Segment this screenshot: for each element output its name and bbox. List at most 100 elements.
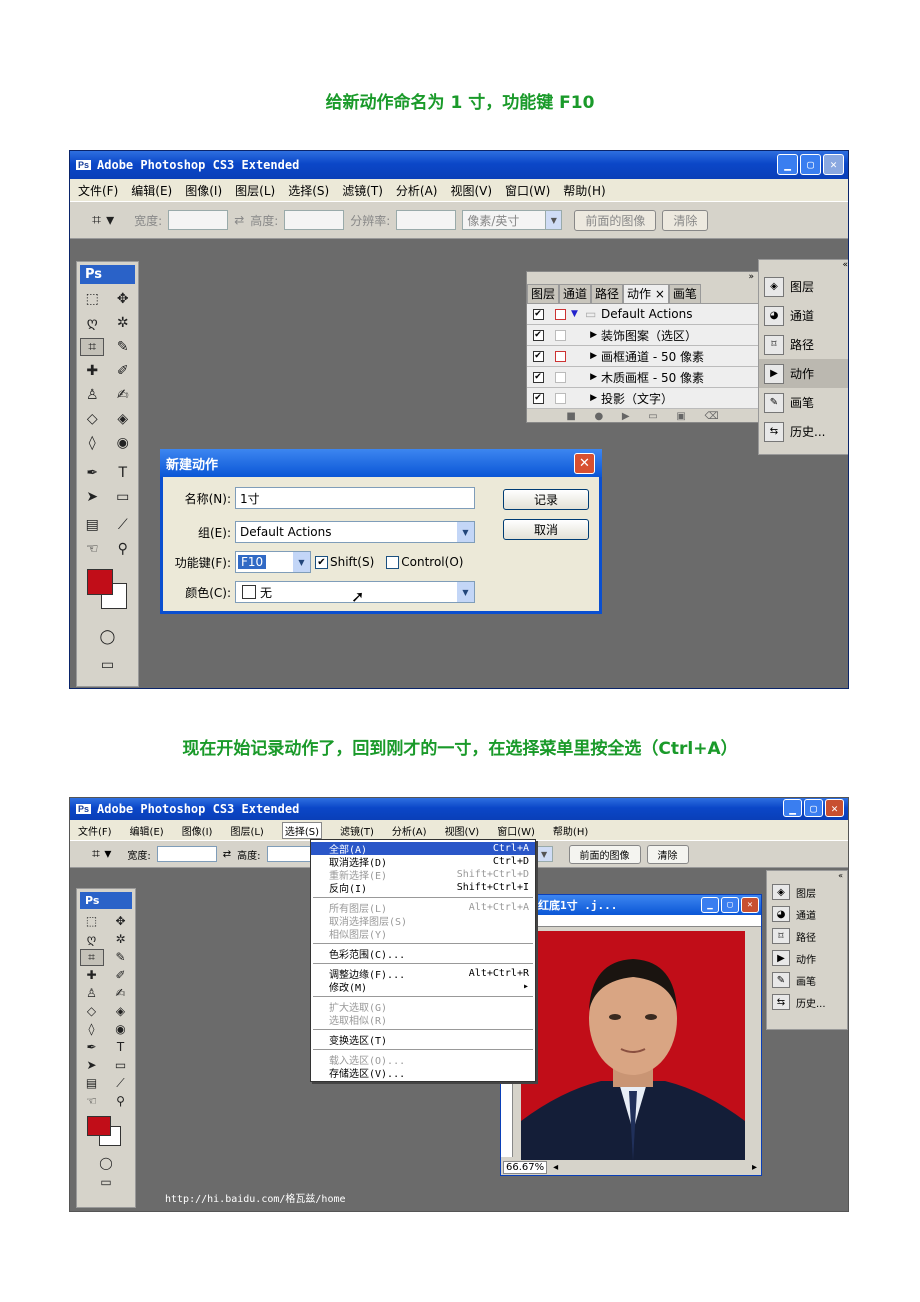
unit-select[interactable]: 像素/英寸 ▼ (462, 210, 563, 230)
scroll-right-icon[interactable]: ▸ (752, 1162, 761, 1173)
dock-layers[interactable]: ◈ 图层 (759, 272, 848, 301)
menu-select[interactable]: 选择(S) (281, 821, 322, 839)
select-menu-item[interactable]: 变换选区(T) (311, 1033, 535, 1047)
action-row[interactable]: ✔ ▶ 装饰图案（选区） (527, 325, 758, 346)
clear-button[interactable]: 清除 (646, 844, 689, 864)
swap-icon[interactable]: ⇄ (223, 849, 231, 860)
hand-icon[interactable]: ☜ (80, 1094, 104, 1108)
brush-icon[interactable]: ✐ (109, 968, 133, 982)
width-field[interactable] (156, 846, 217, 862)
menu-file[interactable]: 文件(F) (78, 823, 112, 838)
crop-tool-icon[interactable]: ⌗ (80, 338, 105, 356)
expand-down-icon[interactable]: ▼ (571, 309, 585, 319)
resolution-field[interactable] (396, 210, 457, 230)
stop-icon[interactable]: ■ (566, 411, 575, 422)
menu-file[interactable]: 文件(F) (78, 182, 118, 199)
history-brush-icon[interactable]: ✍ (111, 387, 135, 403)
dock-layers[interactable]: ◈ 图层 (767, 881, 847, 903)
path-select-icon[interactable]: ➤ (80, 489, 104, 505)
expand-right-icon[interactable]: ▶ (571, 372, 601, 382)
type-icon[interactable]: T (109, 1040, 133, 1054)
menu-edit[interactable]: 编辑(E) (131, 182, 172, 199)
quick-mask-icon[interactable]: ◯ (94, 1156, 118, 1170)
healing-icon[interactable]: ✚ (80, 363, 104, 379)
pen-icon[interactable]: ✒ (80, 465, 104, 481)
select-menu-item[interactable]: 修改(M) ▸ (311, 980, 535, 994)
select-menu-item[interactable]: 存储选区(V)... (311, 1066, 535, 1080)
dock-history[interactable]: ⇆ 历史... (767, 991, 847, 1013)
dodge-icon[interactable]: ◉ (109, 1022, 133, 1036)
crop-icon[interactable]: ⌗ ▾ (92, 846, 111, 862)
dock-paths[interactable]: ⌑ 路径 (759, 330, 848, 359)
fkey-select[interactable]: F10 ▼ (235, 551, 311, 573)
slice-icon[interactable]: ✎ (109, 950, 133, 964)
dock-actions[interactable]: ▶ 动作 (767, 947, 847, 969)
maximize-icon[interactable]: ▢ (804, 799, 823, 817)
trash-icon[interactable]: ⌫ (704, 411, 718, 422)
height-field[interactable] (284, 210, 345, 230)
foreground-color-swatch[interactable] (87, 1116, 111, 1136)
new-set-icon[interactable]: ▭ (648, 411, 657, 422)
new-action-icon[interactable]: ▣ (676, 411, 685, 422)
pen-icon[interactable]: ✒ (80, 1040, 104, 1054)
zoom-level[interactable]: 66.67% (503, 1160, 548, 1174)
blur-icon[interactable]: ◊ (80, 435, 104, 451)
dock-paths[interactable]: ⌑ 路径 (767, 925, 847, 947)
eyedropper-icon[interactable]: ⟋ (109, 1076, 133, 1091)
dock-channels[interactable]: ◕ 通道 (759, 301, 848, 330)
stamp-icon[interactable]: ♙ (80, 986, 104, 1000)
history-brush-icon[interactable]: ✍ (109, 986, 133, 1000)
dock-history[interactable]: ⇆ 历史... (759, 417, 848, 446)
play-icon[interactable]: ▶ (622, 411, 630, 422)
action-row[interactable]: ✔ ▶ 投影（文字） (527, 388, 758, 409)
shape-icon[interactable]: ▭ (109, 1058, 133, 1072)
tab-brushes[interactable]: 画笔 (668, 284, 701, 303)
menu-image[interactable]: 图像(I) (182, 823, 213, 838)
tab-actions[interactable]: 动作 × (623, 284, 669, 303)
close-icon[interactable]: ✕ (741, 897, 759, 913)
quick-mask-icon[interactable]: ◯ (96, 629, 120, 645)
menu-analysis[interactable]: 分析(A) (392, 823, 427, 838)
action-set-row[interactable]: ✔ ▼ ▭ Default Actions (527, 304, 758, 325)
menu-window[interactable]: 窗口(W) (505, 182, 550, 199)
record-button[interactable]: 记录 (503, 489, 589, 510)
dock-brushes[interactable]: ✎ 画笔 (759, 388, 848, 417)
crop-tool-icon[interactable]: ⌗ (79, 948, 104, 966)
magic-wand-icon[interactable]: ✲ (109, 932, 133, 946)
dialog-toggle-icon[interactable] (554, 308, 566, 320)
close-icon[interactable]: ✕ (825, 799, 844, 817)
dialog-toggle-icon[interactable] (554, 329, 566, 341)
menu-filter[interactable]: 滤镜(T) (340, 823, 374, 838)
name-field[interactable]: 1寸 (235, 487, 475, 509)
scroll-left-icon[interactable]: ◂ (553, 1162, 558, 1173)
toggle-checkbox[interactable]: ✔ (532, 371, 544, 383)
minimize-icon[interactable]: ▁ (783, 799, 802, 817)
dock-actions[interactable]: ▶ 动作 (759, 359, 848, 388)
menu-help[interactable]: 帮助(H) (563, 182, 605, 199)
record-icon[interactable]: ● (594, 411, 603, 422)
lasso-icon[interactable]: ღ (80, 932, 104, 946)
menu-edit[interactable]: 编辑(E) (130, 823, 164, 838)
close-icon[interactable]: ✕ (823, 154, 844, 175)
maximize-icon[interactable]: ▢ (721, 897, 739, 913)
magic-wand-icon[interactable]: ✲ (111, 315, 135, 331)
dialog-toggle-icon[interactable] (554, 350, 566, 362)
tab-paths[interactable]: 路径 (591, 284, 624, 303)
menu-help[interactable]: 帮助(H) (553, 823, 588, 838)
path-select-icon[interactable]: ➤ (80, 1058, 104, 1072)
marquee-icon[interactable]: ⬚ (80, 291, 104, 307)
brush-icon[interactable]: ✐ (111, 363, 135, 379)
expand-right-icon[interactable]: ▶ (571, 351, 601, 361)
blur-icon[interactable]: ◊ (80, 1022, 104, 1036)
minimize-icon[interactable]: ▁ (701, 897, 719, 913)
bucket-icon[interactable]: ◈ (111, 411, 135, 427)
screen-mode-icon[interactable]: ▭ (96, 657, 120, 673)
menu-select[interactable]: 选择(S) (288, 182, 329, 199)
group-select[interactable]: Default Actions ▼ (235, 521, 475, 543)
move-icon[interactable]: ✥ (109, 914, 133, 928)
menu-layer[interactable]: 图层(L) (235, 182, 275, 199)
toggle-checkbox[interactable]: ✔ (532, 392, 544, 404)
menu-layer[interactable]: 图层(L) (230, 823, 263, 838)
expand-right-icon[interactable]: ▶ (571, 393, 601, 403)
eraser-icon[interactable]: ◇ (80, 1004, 104, 1018)
